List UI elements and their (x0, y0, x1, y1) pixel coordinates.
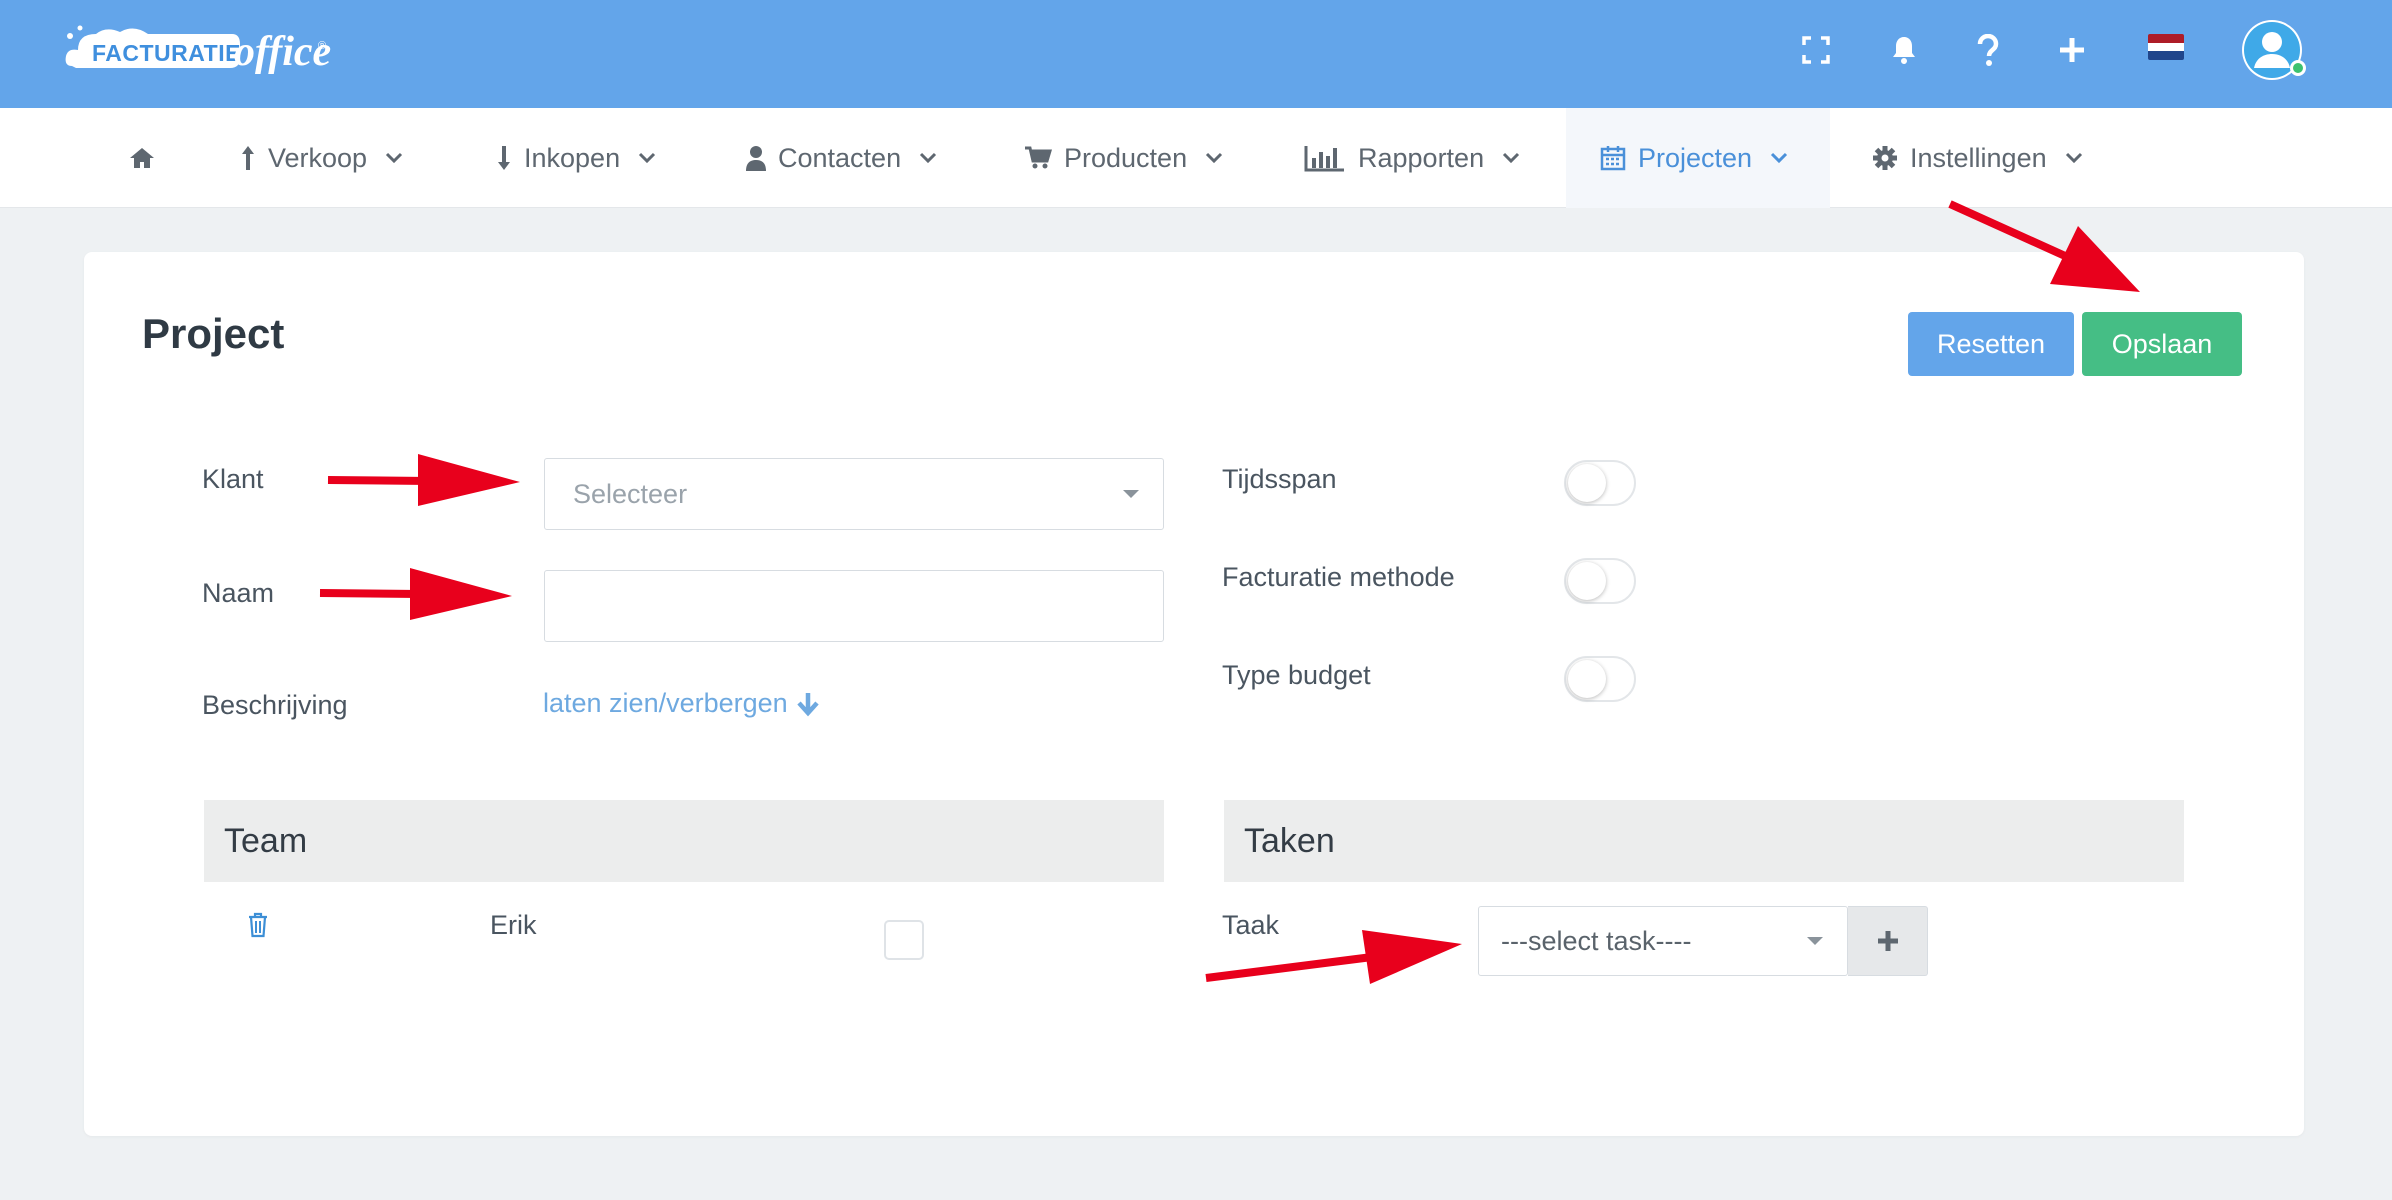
arrow-up-icon (242, 146, 254, 170)
klant-label: Klant (202, 464, 264, 494)
nav-inkopen-label: Inkopen (524, 142, 621, 173)
top-bar: FACTURATIE office ® (0, 0, 2392, 108)
chevron-down-icon (386, 152, 403, 164)
fullscreen-icon[interactable] (1796, 30, 1836, 70)
nav-verkoop[interactable]: Verkoop (240, 108, 403, 208)
nav-producten[interactable]: Producten (1024, 108, 1223, 208)
app-logo[interactable]: FACTURATIE office ® (62, 20, 332, 80)
logo-office-text: office (234, 29, 332, 75)
task-select-value: ---select task---- (1501, 925, 1692, 956)
add-task-button[interactable] (1848, 906, 1928, 976)
beschrijving-label: Beschrijving (202, 690, 348, 720)
arrow-down-icon (796, 692, 819, 716)
naam-input[interactable] (544, 570, 1164, 642)
caret-down-icon (1807, 937, 1823, 945)
page-title: Project (142, 310, 285, 357)
question-icon[interactable] (1968, 30, 2008, 70)
team-member-checkbox[interactable] (884, 920, 924, 960)
logo-registered-mark: ® (318, 40, 327, 52)
type-budget-label: Type budget (1222, 660, 1371, 690)
task-select[interactable]: ---select task---- (1478, 906, 1848, 976)
nav-instellingen[interactable]: Instellingen (1872, 108, 2083, 208)
caret-down-icon (1123, 490, 1139, 498)
nav-verkoop-label: Verkoop (268, 142, 368, 173)
chevron-down-icon (2065, 152, 2082, 164)
taak-label: Taak (1222, 910, 1280, 940)
taken-heading: Taken (1224, 800, 2184, 882)
chevron-down-icon (1771, 152, 1788, 164)
flag-nl-icon[interactable] (2148, 34, 2184, 60)
user-icon (746, 146, 766, 171)
bell-icon[interactable] (1884, 30, 1924, 70)
arrow-down-icon (498, 146, 510, 170)
project-card (84, 252, 2304, 1136)
logo-text: FACTURATIE (92, 40, 241, 66)
toggle-knob (1568, 660, 1606, 698)
klant-select[interactable]: Selecteer (544, 458, 1164, 530)
nav-projecten-label: Projecten (1638, 142, 1753, 173)
team-heading: Team (204, 800, 1164, 882)
type-budget-toggle[interactable] (1564, 656, 1636, 702)
online-status-dot (2290, 60, 2306, 76)
facturatie-methode-toggle[interactable] (1564, 558, 1636, 604)
team-member-name: Erik (490, 910, 537, 940)
nav-rapporten-label: Rapporten (1358, 142, 1485, 173)
beschrijving-toggle-link[interactable]: laten zien/verbergen (543, 688, 820, 719)
chevron-down-icon (639, 152, 656, 164)
nav-inkopen[interactable]: Inkopen (496, 108, 656, 208)
main-nav: Verkoop Inkopen Contacten Producten Rapp… (0, 108, 2392, 208)
cart-icon (1025, 146, 1052, 169)
flag-stripe-red (2148, 34, 2184, 43)
klant-select-placeholder: Selecteer (573, 478, 688, 509)
chevron-down-icon (920, 152, 937, 164)
gear-icon (1873, 146, 1897, 170)
nav-rapporten[interactable]: Rapporten (1304, 108, 1520, 208)
chevron-down-icon (1206, 152, 1223, 164)
flag-stripe-white (2148, 42, 2184, 52)
nav-producten-label: Producten (1064, 142, 1188, 173)
tijdsspan-label: Tijdsspan (1222, 464, 1337, 494)
nav-home[interactable] (112, 108, 172, 208)
naam-label: Naam (202, 578, 275, 608)
beschrijving-link-text: laten zien/verbergen (543, 688, 788, 718)
tijdsspan-toggle[interactable] (1564, 460, 1636, 506)
plus-icon[interactable] (2052, 30, 2092, 70)
trash-icon[interactable] (248, 912, 268, 938)
home-icon (130, 148, 154, 168)
save-button[interactable]: Opslaan (2082, 312, 2242, 376)
toggle-knob (1568, 562, 1606, 600)
reset-button[interactable]: Resetten (1908, 312, 2074, 376)
flag-stripe-blue (2148, 51, 2184, 60)
bar-chart-icon (1304, 146, 1344, 172)
nav-instellingen-label: Instellingen (1910, 142, 2047, 173)
calendar-icon (1600, 146, 1626, 171)
nav-contacten-label: Contacten (778, 142, 902, 173)
nav-projecten[interactable]: Projecten (1566, 108, 1830, 208)
facturatie-methode-label: Facturatie methode (1222, 562, 1455, 592)
nav-contacten[interactable]: Contacten (746, 108, 937, 208)
chevron-down-icon (1503, 152, 1520, 164)
plus-icon (1877, 931, 1898, 951)
toggle-knob (1568, 464, 1606, 502)
